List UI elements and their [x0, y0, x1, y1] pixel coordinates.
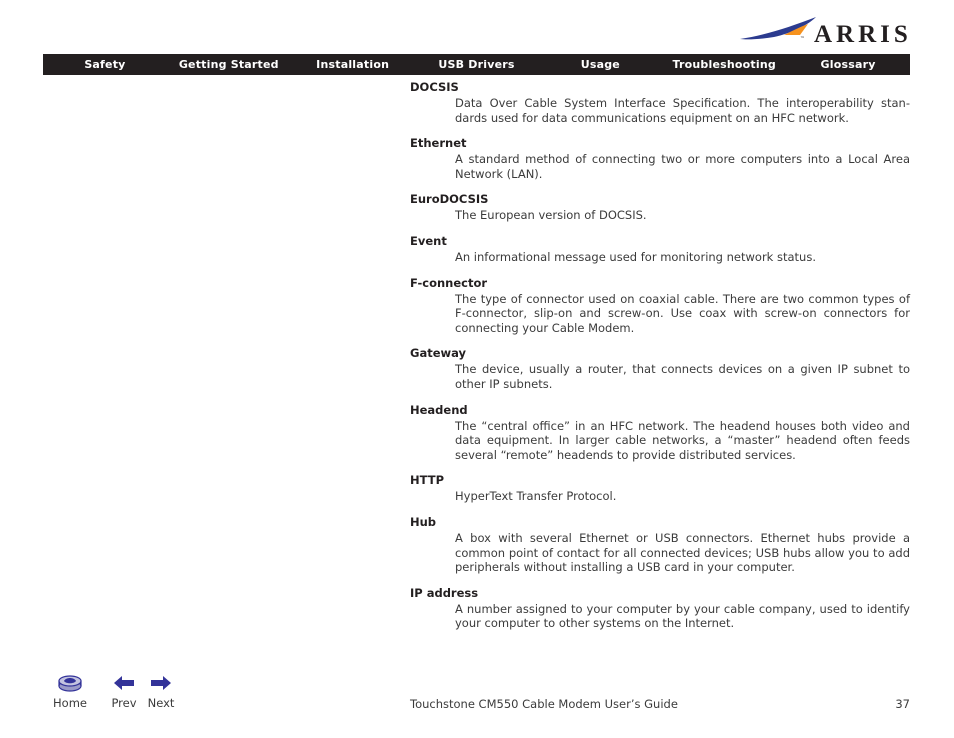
- document-title-footer: Touchstone CM550 Cable Modem User’s Guid…: [410, 697, 678, 711]
- glossary-entry: DOCSIS Data Over Cable System Interface …: [410, 80, 910, 125]
- page-number: 37: [895, 697, 910, 711]
- glossary-entry: EuroDOCSIS The European version of DOCSI…: [410, 192, 910, 223]
- arris-logo-svg: ™ ARRIS: [740, 17, 910, 47]
- glossary-definition: A box with several Ethernet or USB conne…: [455, 530, 910, 575]
- nav-item-safety[interactable]: Safety: [43, 54, 167, 75]
- glossary-term: HTTP: [410, 473, 445, 488]
- glossary-definition: The “central office” in an HFC network. …: [455, 418, 910, 462]
- glossary-entry: HTTP HyperText Transfer Protocol.: [410, 473, 910, 504]
- glossary-entry: Hub A box with several Ethernet or USB c…: [410, 515, 910, 575]
- home-button[interactable]: Home: [44, 672, 96, 710]
- arrow-left-icon: [113, 672, 135, 694]
- prev-button[interactable]: Prev: [106, 672, 142, 710]
- prev-label: Prev: [111, 696, 137, 710]
- glossary-term: Headend: [410, 402, 468, 417]
- glossary-definition: Data Over Cable System Interface Specifi…: [455, 96, 910, 125]
- nav-item-usb-drivers[interactable]: USB Drivers: [415, 54, 539, 75]
- footer-navigation: Home Prev Next: [44, 672, 178, 710]
- glossary-definition: A number assigned to your computer by yo…: [455, 601, 910, 631]
- glossary-definition: The type of connector used on coaxial ca…: [455, 291, 910, 335]
- glossary-entry: Ethernet A standard method of connecting…: [410, 136, 910, 181]
- nav-item-installation[interactable]: Installation: [291, 54, 415, 75]
- glossary-term: F-connector: [410, 275, 488, 290]
- glossary-term: IP address: [410, 585, 479, 600]
- glossary-entry: Event An informational message used for …: [410, 234, 910, 265]
- glossary-term: Ethernet: [410, 136, 467, 151]
- glossary-entry: Headend The “central office” in an HFC n…: [410, 403, 910, 463]
- glossary-entry: IP address A number assigned to your com…: [410, 586, 910, 631]
- glossary-term: Event: [410, 233, 447, 248]
- next-label: Next: [147, 696, 175, 710]
- glossary-entry: F-connector The type of connector used o…: [410, 276, 910, 336]
- trademark-icon: ™: [800, 36, 805, 42]
- nav-item-usage[interactable]: Usage: [538, 54, 662, 75]
- nav-item-getting-started[interactable]: Getting Started: [167, 54, 291, 75]
- glossary-term: DOCSIS: [410, 80, 459, 94]
- arris-wordmark: ARRIS: [814, 21, 910, 47]
- glossary-term: Hub: [410, 514, 437, 529]
- nav-item-glossary[interactable]: Glossary: [786, 54, 910, 75]
- glossary-term: EuroDOCSIS: [410, 192, 489, 207]
- glossary-content: DOCSIS Data Over Cable System Interface …: [410, 80, 910, 631]
- glossary-entry: Gateway The device, usually a router, th…: [410, 346, 910, 391]
- glossary-definition: HyperText Transfer Protocol.: [455, 489, 617, 504]
- home-label: Home: [53, 696, 87, 710]
- arrow-right-icon: [150, 672, 172, 694]
- glossary-definition: The European version of DOCSIS.: [455, 208, 647, 223]
- main-navigation-bar: Safety Getting Started Installation USB …: [43, 54, 910, 75]
- glossary-definition: An informational message used for monito…: [455, 249, 816, 264]
- arris-logo: ™ ARRIS: [738, 14, 910, 48]
- nav-item-troubleshooting[interactable]: Troubleshooting: [662, 54, 786, 75]
- next-button[interactable]: Next: [144, 672, 178, 710]
- glossary-definition: The device, usually a router, that conne…: [455, 362, 910, 391]
- glossary-term: Gateway: [410, 346, 467, 361]
- glossary-definition: A standard method of connecting two or m…: [455, 152, 910, 181]
- home-icon: [57, 672, 83, 694]
